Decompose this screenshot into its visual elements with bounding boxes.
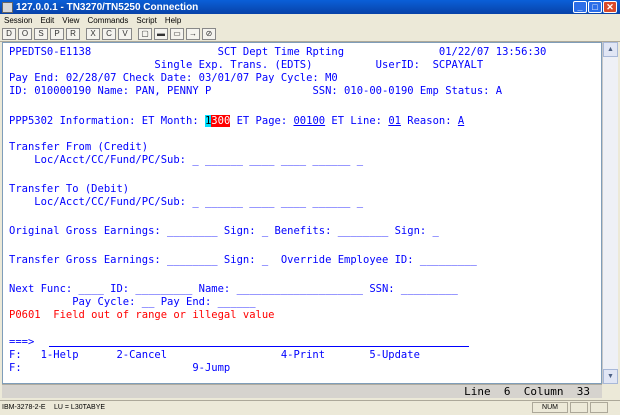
copy-icon[interactable]: C — [102, 27, 116, 40]
status-pane — [590, 402, 608, 413]
menu-session[interactable]: Session — [0, 16, 36, 25]
scroll-up-icon[interactable]: ▲ — [603, 42, 618, 57]
frame-icon[interactable]: ▢ — [138, 27, 152, 40]
column-label: Column — [523, 385, 564, 398]
screen-id: PPEDTS0-E1138 — [9, 46, 92, 58]
transfer-from-row: Loc/Acct/CC/Fund/PC/Sub: _ ______ ____ _… — [9, 154, 363, 167]
et-page-field[interactable]: 00100 — [293, 115, 325, 127]
transfer-to-fields[interactable]: _ ______ ____ ____ ______ _ — [192, 196, 363, 208]
app-icon — [2, 1, 13, 13]
paste-icon[interactable]: V — [118, 27, 132, 40]
employee-ssn: SSN: 010-00-0190 Emp Status: A — [312, 85, 503, 97]
menu-edit[interactable]: Edit — [36, 16, 58, 25]
transfer-gross-row[interactable]: Transfer Gross Earnings: ________ Sign: … — [9, 254, 477, 267]
display-icon[interactable]: ▭ — [170, 27, 184, 40]
header-row-1: PPEDTS0-E1138 SCT Dept Time Rpting 01/22… — [9, 46, 546, 59]
user-id: UserID: SCPAYALT — [375, 59, 484, 71]
menu-script[interactable]: Script — [132, 16, 160, 25]
block-icon[interactable]: ▬ — [154, 27, 168, 40]
app-name: SCT Dept Time Rpting — [217, 46, 345, 58]
function-keys-row-2: F: 9-Jump — [9, 362, 231, 374]
terminal-screen[interactable]: PPEDTS0-E1138 SCT Dept Time Rpting 01/22… — [2, 42, 602, 384]
open-icon[interactable]: O — [18, 27, 32, 40]
reason-label: Reason: — [400, 115, 458, 127]
et-line-field[interactable]: 01 — [388, 115, 401, 127]
window-title: 127.0.0.1 - TN3270/TN5250 Connection — [16, 1, 199, 13]
next-func-row[interactable]: Next Func: ____ ID: _________ Name: ____… — [9, 283, 458, 296]
save-icon[interactable]: S — [34, 27, 48, 40]
menu-commands[interactable]: Commands — [83, 16, 132, 25]
num-lock-indicator: NUM — [532, 402, 568, 413]
close-button[interactable]: ✕ — [603, 1, 617, 13]
pay-cycle-row[interactable]: Pay Cycle: __ Pay End: ______ — [9, 296, 255, 309]
function-keys-row-1: F: 1-Help 2-Cancel 4-Print 5-Update — [9, 349, 420, 361]
original-gross-row[interactable]: Original Gross Earnings: ________ Sign: … — [9, 225, 439, 238]
transfer-from-label: Transfer From (Credit) — [9, 141, 149, 153]
line-label: Line — [464, 385, 491, 398]
command-prompt: ===> — [9, 336, 35, 348]
minimize-button[interactable]: _ — [573, 1, 587, 13]
status-bar: IBM-3278-2-E LU = L30TABYE NUM — [0, 400, 620, 415]
command-input[interactable] — [49, 346, 469, 347]
menu-view[interactable]: View — [58, 16, 83, 25]
transfer-icon[interactable]: → — [186, 27, 200, 40]
loc-label: Loc/Acct/CC/Fund/PC/Sub: — [9, 154, 193, 166]
cut-icon[interactable]: X — [86, 27, 100, 40]
pay-info-row: Pay End: 02/28/07 Check Date: 03/01/07 P… — [9, 72, 338, 84]
menu-bar: Session Edit View Commands Script Help — [0, 14, 620, 26]
reason-field[interactable]: A — [458, 115, 464, 127]
error-message: P0601 Field out of range or illegal valu… — [9, 309, 275, 321]
loc-label: Loc/Acct/CC/Fund/PC/Sub: — [9, 196, 193, 208]
employee-row: ID: 010000190 Name: PAN, PENNY P SSN: 01… — [9, 85, 502, 98]
screen-title: Single Exp. Trans. (EDTS) — [154, 59, 313, 71]
transfer-from-fields[interactable]: _ ______ ____ ____ ______ _ — [192, 154, 363, 166]
header-row-2: Single Exp. Trans. (EDTS) UserID: SCPAYA… — [9, 59, 483, 72]
info-row: PPP5302 Information: ET Month: 1300 ET P… — [9, 115, 464, 128]
et-month-field[interactable]: 300 — [211, 115, 231, 127]
scroll-down-icon[interactable]: ▼ — [603, 369, 618, 384]
disconnect-icon[interactable]: ⊘ — [202, 27, 216, 40]
maximize-button[interactable]: □ — [588, 1, 602, 13]
status-pane — [570, 402, 588, 413]
terminal-type: IBM-3278-2-E — [2, 404, 46, 411]
et-page-label: ET Page: — [230, 115, 294, 127]
info-label: PPP5302 Information: ET Month: — [9, 115, 205, 127]
new-session-icon[interactable]: D — [2, 27, 16, 40]
transfer-to-row: Loc/Acct/CC/Fund/PC/Sub: _ ______ ____ _… — [9, 196, 363, 209]
lu-name: LU = L30TABYE — [54, 404, 106, 411]
cursor-position: Line 6 Column 33 — [464, 385, 590, 398]
employee-id: ID: 010000190 Name: PAN, PENNY P — [9, 85, 212, 97]
line-value: 6 — [503, 385, 511, 398]
et-line-label: ET Line: — [325, 115, 389, 127]
column-value: 33 — [576, 385, 590, 398]
print-icon[interactable]: P — [50, 27, 64, 40]
title-bar: 127.0.0.1 - TN3270/TN5250 Connection _ □… — [0, 0, 620, 14]
date-time: 01/22/07 13:56:30 — [438, 46, 547, 58]
menu-help[interactable]: Help — [161, 16, 185, 25]
toolbar: D O S P R X C V ▢ ▬ ▭ → ⊘ — [0, 26, 620, 42]
vertical-scrollbar[interactable]: ▲ ▼ — [602, 42, 618, 384]
receive-icon[interactable]: R — [66, 27, 80, 40]
transfer-to-label: Transfer To (Debit) — [9, 183, 130, 195]
cursor-position-bar: Line 6 Column 33 — [2, 384, 602, 398]
